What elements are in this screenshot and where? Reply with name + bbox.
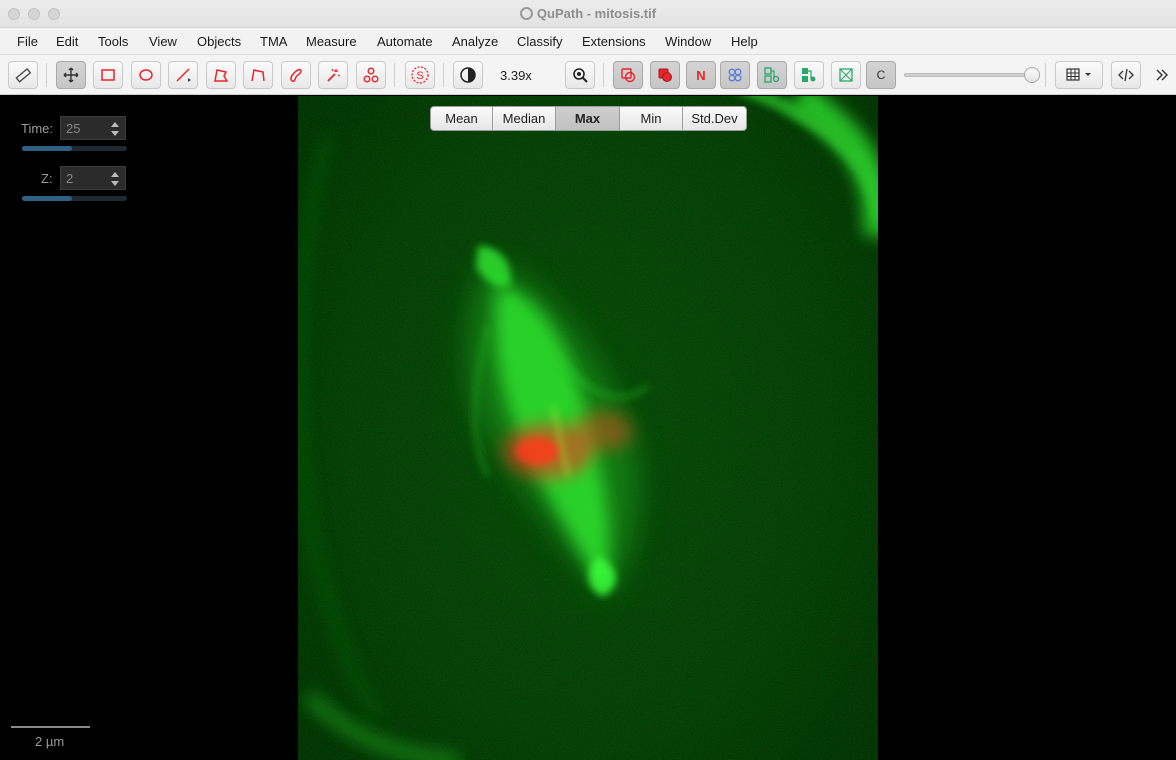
menu-automate[interactable]: Automate: [377, 34, 433, 49]
zoom-to-fit-button[interactable]: [565, 61, 595, 89]
polyline-tool-button[interactable]: [243, 61, 273, 89]
points-tool-button[interactable]: [356, 61, 386, 89]
tma-grid-icon: [728, 68, 742, 82]
table-icon: [1066, 68, 1091, 81]
title-bar: QuPath - mitosis.tif: [0, 0, 1176, 28]
magnifier-icon: [573, 68, 588, 83]
projection-min-button[interactable]: Min: [619, 106, 683, 131]
selection-mode-label: S: [416, 70, 423, 82]
selection-mode-icon: S: [411, 66, 429, 84]
menu-bar: File Edit Tools View Objects TMA Measure…: [0, 28, 1176, 55]
menu-objects[interactable]: Objects: [197, 34, 241, 49]
projection-stddev-button[interactable]: Std.Dev: [682, 106, 747, 131]
menu-classify[interactable]: Classify: [517, 34, 563, 49]
filled-detections-icon: [802, 68, 816, 82]
wand-tool-button[interactable]: [318, 61, 348, 89]
channel-viewer-button[interactable]: C: [866, 61, 896, 89]
scale-bar-label: 2 µm: [35, 734, 65, 749]
move-tool-button[interactable]: [56, 61, 86, 89]
opacity-slider-track[interactable]: [904, 73, 1034, 77]
connections-icon: [839, 68, 853, 82]
brush-tool-button[interactable]: [281, 61, 311, 89]
show-tma-grid-button[interactable]: [720, 61, 750, 89]
fill-annotations-button[interactable]: [650, 61, 680, 89]
brightness-contrast-button[interactable]: [453, 61, 483, 89]
measurement-table-button[interactable]: [8, 61, 38, 89]
filled-annotations-icon: [658, 68, 672, 82]
move-arrows-icon: [63, 67, 79, 83]
polygon-icon: [214, 69, 229, 82]
time-value: 25: [66, 121, 81, 136]
line-tool-button[interactable]: [168, 61, 198, 89]
mitosis-image-render: [298, 96, 878, 760]
magic-wand-icon: [327, 68, 341, 82]
menu-window[interactable]: Window: [665, 34, 711, 49]
points-icon: [363, 67, 379, 83]
menu-tma[interactable]: TMA: [260, 34, 287, 49]
contrast-icon: [460, 67, 476, 83]
z-slider[interactable]: [22, 196, 127, 201]
projection-min-label: Min: [640, 111, 662, 126]
show-annotations-button[interactable]: [613, 61, 643, 89]
time-label: Time:: [21, 121, 54, 136]
menu-file[interactable]: File: [17, 34, 38, 49]
polyline-icon: [251, 69, 265, 82]
menu-analyze[interactable]: Analyze: [452, 34, 498, 49]
zoom-level: 3.39x: [500, 68, 532, 83]
z-decrement-icon[interactable]: [111, 181, 119, 186]
projection-stddev-label: Std.Dev: [691, 111, 738, 126]
projection-median-button[interactable]: Median: [492, 106, 556, 131]
polygon-tool-button[interactable]: [206, 61, 236, 89]
selection-mode-button[interactable]: S: [405, 61, 435, 89]
ellipse-icon: [139, 69, 153, 81]
fill-detections-button[interactable]: [794, 61, 824, 89]
code-icon: [1118, 68, 1134, 82]
script-editor-button[interactable]: [1111, 61, 1141, 89]
annotations-icon: [621, 68, 636, 83]
microscopy-image[interactable]: [298, 96, 878, 760]
names-label: N: [696, 67, 706, 83]
double-chevron-right-icon: [1156, 69, 1168, 81]
measurement-tables-dropdown[interactable]: [1055, 61, 1103, 89]
z-value: 2: [66, 171, 74, 186]
time-slider[interactable]: [22, 146, 127, 151]
projection-max-button[interactable]: Max: [555, 106, 620, 131]
menu-edit[interactable]: Edit: [56, 34, 78, 49]
menu-extensions[interactable]: Extensions: [582, 34, 646, 49]
projection-mean-button[interactable]: Mean: [430, 106, 493, 131]
z-spinner[interactable]: 2: [60, 166, 126, 190]
menu-view[interactable]: View: [149, 34, 177, 49]
projection-max-label: Max: [574, 111, 601, 126]
time-slider-fill: [22, 146, 73, 151]
toolbar-overflow-button[interactable]: [1152, 65, 1172, 85]
z-increment-icon[interactable]: [111, 172, 119, 177]
time-increment-icon[interactable]: [111, 122, 119, 127]
projection-mean-label: Mean: [445, 111, 478, 126]
show-names-button[interactable]: N: [686, 61, 716, 89]
scale-bar: [11, 726, 90, 728]
channels-label: C: [876, 68, 886, 82]
show-connections-button[interactable]: [831, 61, 861, 89]
menu-measure[interactable]: Measure: [306, 34, 357, 49]
menu-tools[interactable]: Tools: [98, 34, 128, 49]
detections-icon: [764, 67, 780, 83]
time-decrement-icon[interactable]: [111, 131, 119, 136]
projection-median-label: Median: [502, 111, 546, 126]
time-spinner[interactable]: 25: [60, 116, 126, 140]
show-detections-button[interactable]: [757, 61, 787, 89]
rectangle-icon: [101, 69, 115, 81]
rectangle-tool-button[interactable]: [93, 61, 123, 89]
z-slider-fill: [22, 196, 73, 201]
qupath-logo-icon: [519, 7, 533, 20]
window-title-text: QuPath - mitosis.tif: [536, 6, 657, 21]
line-icon: [176, 68, 191, 82]
ruler-icon: [15, 68, 32, 83]
ellipse-tool-button[interactable]: [131, 61, 161, 89]
opacity-slider-thumb[interactable]: [1024, 67, 1040, 83]
menu-help[interactable]: Help: [731, 34, 758, 49]
brush-icon: [290, 68, 302, 82]
window-title: QuPath - mitosis.tif: [0, 6, 1176, 21]
z-label: Z:: [41, 171, 53, 186]
